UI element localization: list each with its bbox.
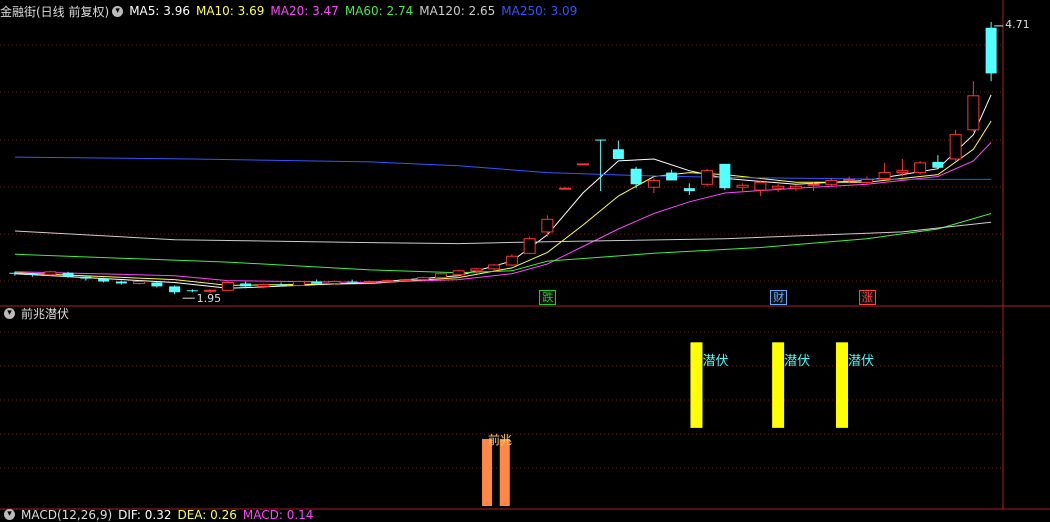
- candle-body: [204, 289, 217, 292]
- candle-body: [523, 238, 536, 254]
- signal-label-hide: 潜伏: [848, 354, 875, 370]
- candle-body: [505, 255, 518, 266]
- candle-body: [133, 281, 146, 284]
- candle-body: [612, 149, 624, 159]
- indicator-bar-hide: [690, 342, 703, 428]
- main-header: 金融街(日线 前复权) ▾ MA5: 3.96 MA10: 3.69 MA20:…: [0, 2, 583, 20]
- indicator-settings-icon[interactable]: ▾: [4, 307, 15, 319]
- candle-body: [789, 185, 802, 189]
- ma20-label: MA20: 3.47: [270, 4, 339, 18]
- candle-body: [949, 134, 962, 160]
- candle-body: [44, 271, 57, 276]
- signal-label-hide: 潜伏: [784, 354, 811, 370]
- chart-stage: 金融街(日线 前复权) ▾ MA5: 3.96 MA10: 3.69 MA20:…: [0, 0, 1050, 522]
- macd-dea: DEA: 0.26: [177, 507, 237, 522]
- indicator-bar-hide: [772, 342, 785, 428]
- event-marker[interactable]: 涨: [858, 290, 876, 305]
- candle-body: [807, 183, 820, 186]
- candle-body: [772, 185, 785, 189]
- candle-body: [576, 163, 589, 166]
- indicator-title: 前兆潜伏: [21, 306, 70, 321]
- macd-value: MACD: 0.14: [242, 507, 314, 522]
- candle-body: [896, 170, 909, 174]
- macd-dif: DIF: 0.32: [118, 507, 172, 522]
- candle-body: [666, 172, 678, 181]
- candle-body: [470, 268, 483, 272]
- candle-body: [275, 284, 287, 286]
- macd-header: ▾ MACD(12,26,9) DIF: 0.32 DEA: 0.26 MACD…: [0, 507, 319, 522]
- candle-body: [488, 264, 501, 270]
- ma10-label: MA10: 3.69: [195, 4, 265, 18]
- price-chart[interactable]: [0, 0, 1050, 521]
- ma-line-ma10: [14, 120, 992, 286]
- candle-body: [292, 281, 305, 286]
- indicator-bar-hide: [836, 342, 849, 428]
- candle-body: [914, 162, 927, 174]
- candle-body: [328, 281, 341, 284]
- ma250-label: MA250: 3.09: [501, 4, 578, 18]
- low-price-label: 1.95: [196, 292, 222, 306]
- candle-body: [257, 283, 270, 287]
- candle-body: [62, 272, 74, 277]
- ma5-label: MA5: 3.96: [129, 4, 190, 18]
- ma-line-ma250: [14, 156, 992, 180]
- candle-body: [541, 218, 554, 233]
- candle-body: [825, 179, 838, 185]
- candle-body: [860, 178, 873, 183]
- ma-line-ma20: [14, 142, 992, 284]
- candle-body: [221, 281, 234, 291]
- ma60-label: MA60: 2.74: [344, 4, 414, 18]
- candle-body: [701, 170, 714, 185]
- signal-label-front: 前兆: [488, 433, 513, 448]
- main-settings-icon[interactable]: ▾: [112, 5, 124, 17]
- candle-body: [346, 281, 358, 283]
- candle-body: [434, 273, 447, 279]
- candle-body: [967, 95, 980, 131]
- high-price-label: 4.71: [1005, 17, 1030, 31]
- candle-body: [363, 281, 376, 284]
- event-marker[interactable]: 跌: [539, 290, 557, 305]
- candle-body: [169, 286, 181, 293]
- candle-body: [27, 273, 39, 275]
- candle-body: [151, 282, 163, 287]
- candle-body: [417, 277, 430, 281]
- candle-body: [240, 283, 252, 287]
- candle-body: [647, 179, 660, 188]
- candle-body: [186, 290, 198, 292]
- candle-body: [452, 270, 465, 276]
- candle-body: [98, 278, 110, 282]
- candle-body: [381, 280, 394, 283]
- ma120-label: MA120: 2.65: [419, 4, 496, 18]
- candle-body: [878, 172, 891, 179]
- event-marker[interactable]: 财: [770, 290, 788, 305]
- candle-body: [311, 281, 323, 284]
- candle-body: [80, 276, 92, 279]
- candle-body: [985, 27, 997, 74]
- candle-body: [559, 187, 572, 190]
- signal-label-hide: 潜伏: [702, 354, 729, 370]
- candle-body: [630, 168, 642, 185]
- indicator-bar-front: [482, 439, 493, 506]
- candle-body: [399, 279, 412, 282]
- candle-body: [719, 163, 731, 189]
- candle-body: [595, 139, 607, 141]
- candle-body: [9, 272, 21, 274]
- indicator-header: ▾ 前兆潜伏: [0, 304, 75, 322]
- candle-body: [754, 181, 767, 191]
- candle-body: [932, 161, 944, 168]
- candle-body: [115, 281, 127, 284]
- candle-body: [843, 178, 856, 181]
- macd-title: MACD(12,26,9): [21, 507, 113, 522]
- candle-body: [736, 184, 749, 188]
- candle-body: [683, 188, 695, 192]
- macd-settings-icon[interactable]: ▾: [4, 509, 15, 520]
- stock-title: 金融街(日线 前复权): [0, 4, 110, 19]
- indicator-bar-front: [499, 439, 510, 506]
